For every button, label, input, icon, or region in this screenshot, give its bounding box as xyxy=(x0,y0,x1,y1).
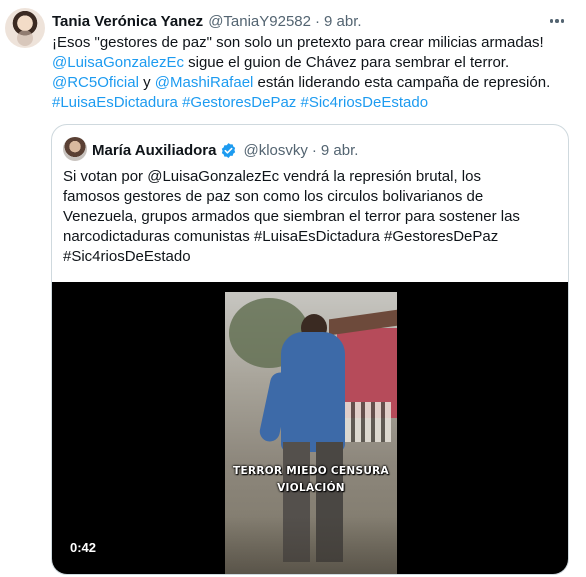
tweet-text-segment: sigue el guion de Chávez para sembrar el… xyxy=(183,54,510,71)
tweet-text-segment: ¡Esos "gestores de paz" son solo un pret… xyxy=(52,34,544,51)
video-caption-line2: VIOLACIÓN xyxy=(277,482,345,494)
hashtag-link[interactable]: #GestoresDePaz xyxy=(182,94,296,111)
separator-dot: · xyxy=(315,12,320,30)
quote-text-line: Venezuela, grupos armados que siembran e… xyxy=(63,208,520,225)
quote-author-handle[interactable]: @klosvky xyxy=(243,142,307,159)
tweet-date[interactable]: 9 abr. xyxy=(324,13,362,30)
more-options-button[interactable] xyxy=(545,9,569,33)
tweet[interactable]: Tania Verónica Yanez @TaniaY92582 · 9 ab… xyxy=(0,0,586,577)
quote-separator-dot: · xyxy=(311,141,317,159)
tweet-text-line: @LuisaGonzalezEc sigue el guion de Cháve… xyxy=(52,53,572,73)
author-handle[interactable]: @TaniaY92582 xyxy=(208,13,311,30)
quote-author-name[interactable]: María Auxiliadora xyxy=(92,142,216,159)
quote-text-line: narcodictaduras comunistas #LuisaEsDicta… xyxy=(63,228,499,245)
author-name[interactable]: Tania Verónica Yanez xyxy=(52,13,203,30)
video-caption-line1: TERROR MIEDO CENSURA xyxy=(233,465,389,477)
mention-link[interactable]: @LuisaGonzalezEc xyxy=(52,54,184,71)
author-avatar[interactable] xyxy=(5,8,45,48)
quote-text-line: #Sic4riosDeEstado xyxy=(63,248,191,265)
tweet-text-line: ¡Esos "gestores de paz" son solo un pret… xyxy=(52,33,572,53)
mention-link[interactable]: @RC5Oficial xyxy=(52,74,139,91)
quote-date[interactable]: 9 abr. xyxy=(321,142,359,159)
video-player[interactable]: TERROR MIEDO CENSURA VIOLACIÓN 0:42 xyxy=(52,282,568,574)
tweet-text-segment: están liderando esta campaña de represió… xyxy=(253,74,551,91)
verified-badge-icon xyxy=(222,142,236,158)
more-horizontal-icon xyxy=(549,19,565,23)
tweet-text-line: @RC5Oficial y @MashiRafael están lideran… xyxy=(52,73,572,93)
video-person-body xyxy=(281,332,345,452)
tweet-text: ¡Esos "gestores de paz" son solo un pret… xyxy=(52,33,572,113)
video-duration: 0:42 xyxy=(70,540,97,555)
tweet-header: Tania Verónica Yanez @TaniaY92582 · 9 ab… xyxy=(52,11,362,31)
mention-link[interactable]: @MashiRafael xyxy=(155,74,254,91)
hashtag-link[interactable]: #LuisaEsDictadura xyxy=(52,94,178,111)
quote-header: María Auxiliadora @klosvky · 9 abr. xyxy=(92,140,358,160)
tweet-text-segment: y xyxy=(138,74,155,91)
video-frame: TERROR MIEDO CENSURA VIOLACIÓN xyxy=(225,292,397,574)
quote-text-line: Si votan por @LuisaGonzalezEc vendrá la … xyxy=(63,168,481,185)
quote-author-avatar[interactable] xyxy=(63,137,87,161)
quoted-tweet[interactable]: María Auxiliadora @klosvky · 9 abr. Si v… xyxy=(51,124,569,575)
hashtag-link[interactable]: #Sic4riosDeEstado xyxy=(300,94,428,111)
quote-text: Si votan por @LuisaGonzalezEc vendrá la … xyxy=(63,167,563,267)
quote-text-line: famosos gestores de paz son como los cir… xyxy=(63,188,484,205)
tweet-text-line: #LuisaEsDictadura #GestoresDePaz #Sic4ri… xyxy=(52,93,572,113)
video-ground xyxy=(225,516,397,574)
